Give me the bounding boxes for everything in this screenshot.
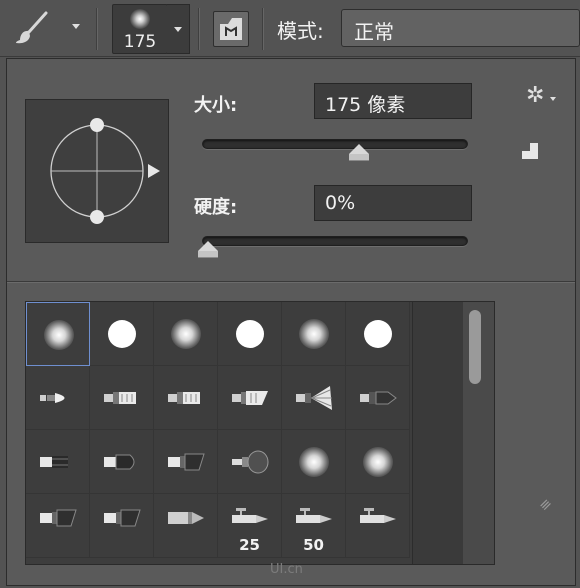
brush-preset-grid: 50 25	[25, 301, 495, 565]
brush-preset-angled-flat[interactable]	[26, 494, 90, 558]
brush-preset-hard-round[interactable]	[90, 302, 154, 366]
brush-panel-toggle-button[interactable]	[213, 11, 249, 47]
mode-select-value: 正常	[354, 20, 394, 44]
airbrush-icon	[232, 508, 268, 523]
mode-label: 模式:	[277, 19, 324, 43]
brush-preset-airbrush[interactable]: 25	[218, 494, 282, 558]
brush-preset-fan-brush[interactable]	[282, 366, 346, 430]
tool-preset-caret[interactable]	[72, 24, 80, 29]
brush-preset-flat-bristle[interactable]	[90, 366, 154, 430]
brush-tip-preview-icon	[130, 9, 150, 29]
brush-preset-pencil-tip[interactable]	[154, 494, 218, 558]
brush-preset-bristle-brush[interactable]	[26, 366, 90, 430]
scrollbar-thumb[interactable]	[469, 310, 481, 384]
brush-icon[interactable]	[12, 10, 52, 46]
angled-flat-icon	[104, 509, 141, 527]
hardness-label: 硬度:	[194, 197, 238, 218]
sponge-brush-icon	[232, 450, 269, 474]
airbrush-icon	[296, 508, 332, 523]
angled-bristle-icon	[232, 391, 268, 405]
soft-round-tip-icon	[299, 319, 329, 349]
soft-round-tip-icon	[44, 320, 74, 350]
brush-size-label: 50	[303, 536, 324, 554]
brush-preset-soft-round[interactable]	[154, 302, 218, 366]
brush-preset-airbrush[interactable]: 50	[282, 494, 346, 558]
brush-preset-soft-round[interactable]	[26, 302, 90, 366]
angle-roundness-icon	[50, 118, 160, 224]
soft-round-tip-icon	[171, 319, 201, 349]
brush-preset-hard-round[interactable]	[218, 302, 282, 366]
new-preset-icon[interactable]	[520, 141, 540, 161]
brush-size-readout: 175	[123, 32, 157, 52]
divider	[7, 281, 575, 282]
angled-flat-icon	[40, 509, 77, 527]
brush-preset-point-brush[interactable]	[346, 366, 410, 430]
brush-preset-flat-brush[interactable]	[26, 430, 90, 494]
hard-round-tip-icon	[236, 320, 264, 348]
flat-bristle-icon	[104, 392, 136, 404]
soft-round-tip-icon	[363, 447, 393, 477]
gear-icon[interactable]: ✲	[526, 83, 544, 108]
brush-preset-hard-round[interactable]	[346, 302, 410, 366]
hard-round-tip-icon	[108, 320, 136, 348]
watermark: UI.cn	[270, 562, 303, 577]
brush-preset-angled-flat[interactable]	[154, 430, 218, 494]
brush-preset-soft-round[interactable]	[282, 302, 346, 366]
brush-preset-soft-round[interactable]	[346, 430, 410, 494]
brush-preset-flat-bristle[interactable]	[154, 366, 218, 430]
flat-brush-icon	[40, 456, 68, 468]
brush-preset-airbrush[interactable]	[346, 494, 410, 558]
size-label: 大小:	[194, 95, 238, 116]
size-field-value: 175 像素	[325, 94, 406, 116]
fan-brush-icon	[296, 386, 332, 410]
hardness-field[interactable]: 0%	[314, 185, 472, 221]
airbrush-icon	[360, 508, 396, 523]
mode-select[interactable]: 正常	[341, 9, 580, 47]
pencil-tip-icon	[168, 512, 204, 524]
brush-preset-caret[interactable]	[167, 4, 190, 54]
point-brush-icon	[360, 391, 397, 405]
separator	[198, 8, 199, 50]
options-bar: 175 模式: 正常	[0, 0, 580, 57]
brush-size-label: 25	[239, 536, 260, 554]
flat-bristle-icon	[168, 392, 200, 404]
brush-panel-toggle-icon	[220, 18, 242, 40]
settings-caret[interactable]	[550, 97, 556, 101]
brush-preset-round-blunt[interactable]	[90, 430, 154, 494]
separator	[262, 8, 263, 50]
brush-preset-picker-panel: 大小: 175 像素 ✲ 硬度: 0% 50 25	[6, 58, 576, 586]
round-blunt-icon	[104, 454, 135, 470]
bristle-brush-icon	[40, 393, 65, 403]
size-field[interactable]: 175 像素	[314, 83, 472, 119]
hard-round-tip-icon	[364, 320, 392, 348]
brush-angle-roundness-control[interactable]	[25, 99, 169, 243]
brush-preset-angled-flat[interactable]	[90, 494, 154, 558]
brush-preset-sponge-brush[interactable]	[218, 430, 282, 494]
hardness-slider-track[interactable]	[202, 236, 468, 246]
hardness-field-value: 0%	[325, 192, 356, 214]
brush-preset-picker-button[interactable]: 175	[112, 4, 168, 54]
brush-preset-angled-bristle[interactable]	[218, 366, 282, 430]
brush-preset-soft-round[interactable]	[282, 430, 346, 494]
soft-round-tip-icon	[299, 447, 329, 477]
separator	[96, 8, 97, 50]
scrollbar-track[interactable]	[463, 302, 494, 564]
angled-flat-icon	[168, 453, 205, 471]
size-slider-track[interactable]	[202, 139, 468, 149]
